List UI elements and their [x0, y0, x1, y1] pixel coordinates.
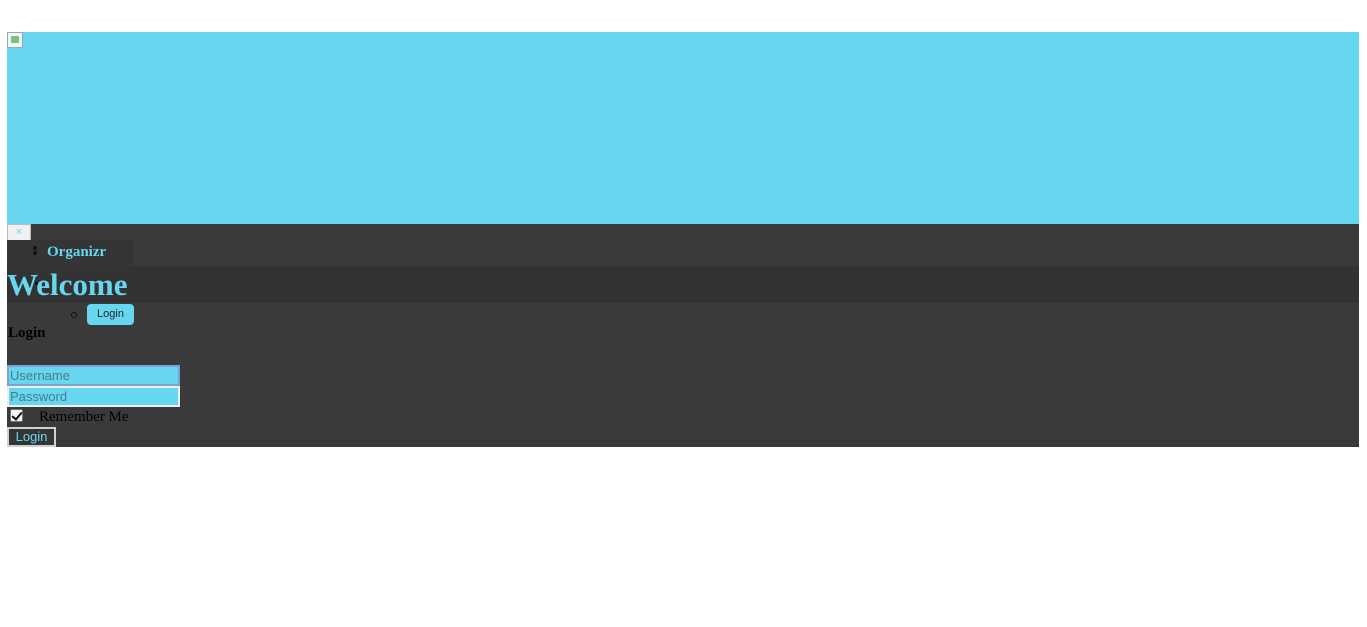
login-form-title: Login	[8, 325, 46, 341]
welcome-band	[7, 266, 1359, 303]
brand-name[interactable]: Organizr	[47, 244, 106, 261]
nav-login-button[interactable]: Login	[87, 304, 134, 325]
page-wrapper: × Organizr Welcome Login Login Remember …	[7, 32, 1359, 447]
login-submit-button[interactable]: Login	[7, 427, 56, 447]
list-bullet-icon	[35, 282, 38, 285]
broken-image-icon	[7, 32, 23, 48]
username-input[interactable]	[7, 365, 180, 386]
navbar: Organizr	[7, 240, 133, 266]
close-button[interactable]: ×	[7, 224, 31, 241]
circle-bullet-icon	[71, 312, 77, 318]
welcome-heading: Welcome	[7, 267, 128, 302]
remember-me-label: Remember Me	[39, 409, 129, 425]
remember-me-checkbox[interactable]	[10, 409, 23, 422]
list-bullet-icon	[33, 246, 37, 250]
list-bullet-icon	[33, 251, 37, 255]
password-input[interactable]	[7, 386, 180, 407]
login-panel: × Organizr Welcome Login Login Remember …	[7, 224, 1359, 447]
header-banner	[7, 32, 1359, 224]
